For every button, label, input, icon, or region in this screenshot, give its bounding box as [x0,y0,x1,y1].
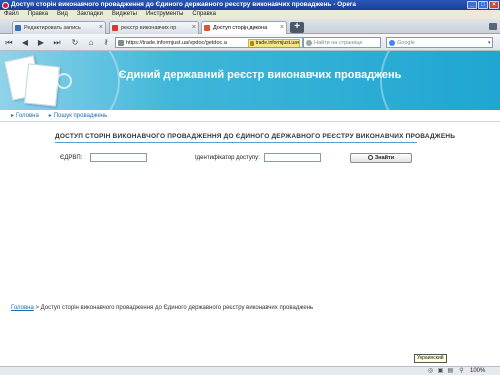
password-key-icon[interactable]: ⚷ [101,38,111,48]
zoom-level[interactable]: 100% [470,367,485,375]
form-title-underline [55,142,417,143]
window-titlebar[interactable]: Доступ сторін виконавчого провадження до… [0,0,500,10]
site-header-banner: Єдиний державний реєстр виконавчих прова… [0,51,500,110]
access-id-input[interactable] [264,153,321,162]
breadcrumb-separator: > [33,305,41,311]
page-icon [118,40,124,46]
search-icon [367,155,373,160]
nav-link-home[interactable]: Головна [11,112,39,119]
page-search-input[interactable]: Найти на странице [303,37,381,48]
menu-item-edit[interactable]: Правка [28,10,48,19]
fast-forward-icon[interactable]: ⏭ [52,38,62,48]
edrvp-label: ЄДРВП: [60,155,83,161]
panel-icon[interactable]: ▤ [447,368,454,375]
nav-link-search[interactable]: Пошук проваджень [49,112,107,119]
window-title: Доступ сторін виконавчого провадження до… [11,1,356,8]
reload-icon[interactable]: ↻ [70,38,80,48]
address-bar[interactable]: https://trade.informjust.ua/vpdoc/getdoc… [115,37,303,48]
form-title: ДОСТУП СТОРІН ВИКОНАВЧОГО ПРОВАДЖЕННЯ ДО… [55,133,456,140]
tab-close-icon[interactable]: × [99,22,103,34]
window-controls: _ □ × [467,1,499,9]
new-tab-button[interactable]: + [290,22,304,33]
favicon-icon [204,25,210,31]
tab-close-icon[interactable]: × [280,22,284,34]
search-engine-dropdown-icon[interactable]: ▾ [488,40,491,46]
favicon-icon [15,25,21,31]
menu-item-widgets[interactable]: Виджеты [112,10,137,19]
menu-item-tools[interactable]: Инструменты [146,10,183,19]
home-icon[interactable]: ⌂ [86,38,96,48]
tab-close-icon[interactable]: × [192,22,196,34]
find-button[interactable]: Знайти [350,153,412,163]
view-icon[interactable]: ▣ [437,368,444,375]
tab-label: реєстр виконавчих пр [121,25,177,31]
tab-label: Доступ сторін викона [213,25,268,31]
address-text: https://trade.informjust.ua/vpdoc/getdoc… [126,40,227,46]
globe-icon [56,73,72,89]
favicon-icon [112,25,118,31]
footer-home-link[interactable]: Головна [11,305,34,311]
turbo-icon[interactable]: ◎ [427,368,434,375]
menu-item-view[interactable]: Вид [57,10,68,19]
menu-item-file[interactable]: Файл [4,10,19,19]
top-nav-links: Головна Пошук проваджень [11,112,107,119]
rewind-icon[interactable]: ⏮ [4,38,14,48]
address-dropdown-icon[interactable]: ▾ [297,40,300,46]
tab-menu-icon[interactable] [489,23,497,30]
minimize-icon[interactable]: _ [467,1,477,9]
footer-breadcrumb: Головна > Доступ сторін виконавчого пров… [11,305,313,311]
find-icon [306,40,312,46]
access-id-label: Ідентифікатор доступу: [195,155,260,161]
close-icon[interactable]: × [489,1,499,9]
tab-scroll-indicator: • • • [244,27,255,33]
navigation-toolbar: ⏮ ◀ ▶ ⏭ ↻ ⌂ ⚷ https://trade.informjust.u… [0,34,500,51]
language-tooltip: Украинский [414,354,447,363]
zoom-icon[interactable]: ⚲ [458,368,465,375]
menu-item-bookmarks[interactable]: Закладки [77,10,103,19]
tab-registry[interactable]: реєстр виконавчих пр × [109,21,199,34]
web-search-input[interactable]: Google [386,37,493,48]
lock-icon [249,41,254,46]
maximize-icon[interactable]: □ [478,1,488,9]
menu-bar: Файл Правка Вид Закладки Виджеты Инструм… [0,10,500,19]
security-badge[interactable]: trade.informjust.ua [247,39,300,47]
edrvp-input[interactable] [90,153,147,162]
tab-label: Редактировать запись [24,25,81,31]
breadcrumb-current: Доступ сторін виконавчого провадження до… [40,305,314,311]
tab-edit-record[interactable]: Редактировать запись × [12,21,106,34]
status-bar: ◎ ▣ ▤ ⚲ 100% [0,366,500,375]
opera-logo-icon [2,1,9,9]
document-illustration [23,63,61,107]
divider [0,121,500,122]
forward-icon[interactable]: ▶ [36,38,46,48]
site-title: Єдиний державний реєстр виконавчих прова… [118,69,402,81]
menu-item-help[interactable]: Справка [192,10,216,19]
google-icon [389,40,395,46]
back-icon[interactable]: ◀ [20,38,30,48]
